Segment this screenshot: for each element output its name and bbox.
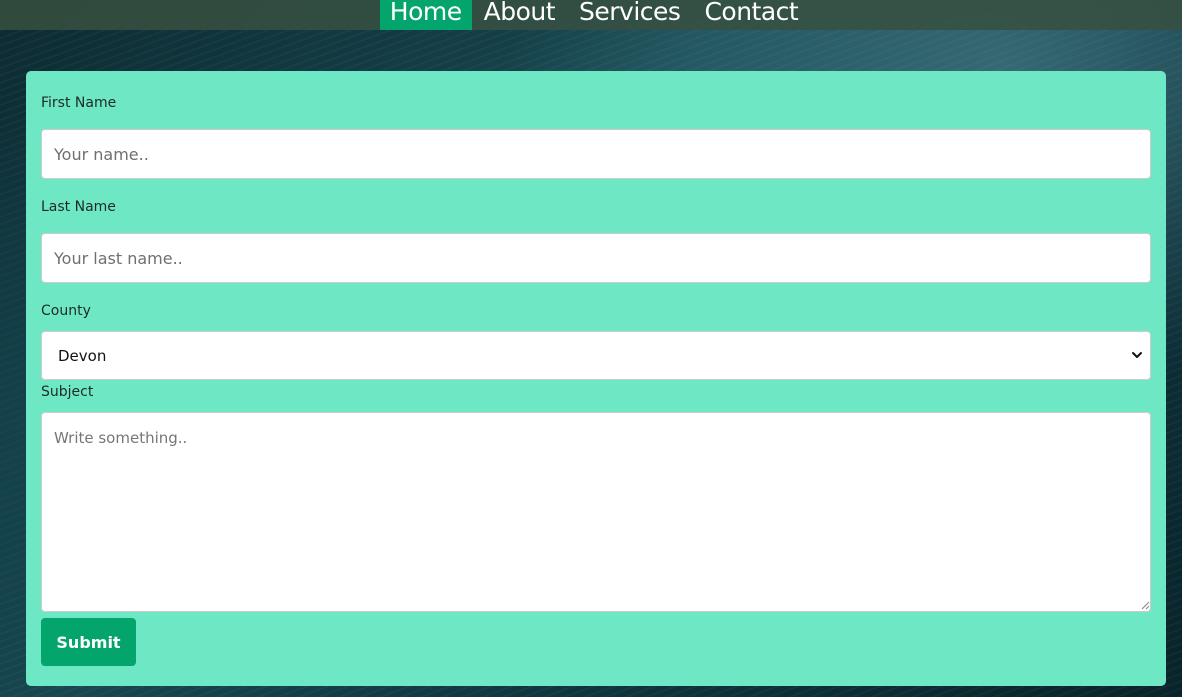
subject-label: Subject xyxy=(41,384,94,400)
last-name-label: Last Name xyxy=(41,199,116,215)
chevron-down-icon xyxy=(1132,352,1142,358)
nav-link-contact[interactable]: Contact xyxy=(692,0,810,30)
county-selected-value: Devon xyxy=(58,347,107,365)
subject-textarea[interactable] xyxy=(41,412,1151,612)
nav-link-services[interactable]: Services xyxy=(567,0,692,30)
county-label: County xyxy=(41,303,91,319)
top-navigation: Home About Services Contact xyxy=(0,0,1182,30)
nav-link-about[interactable]: About xyxy=(472,0,567,30)
contact-form: First Name Last Name County Devon Subjec… xyxy=(26,71,1166,686)
county-select[interactable]: Devon xyxy=(41,331,1151,380)
first-name-input[interactable] xyxy=(41,129,1151,179)
last-name-input[interactable] xyxy=(41,233,1151,283)
first-name-label: First Name xyxy=(41,95,117,111)
nav-links: Home About Services Contact xyxy=(379,0,810,30)
nav-link-home[interactable]: Home xyxy=(379,0,472,30)
submit-button[interactable]: Submit xyxy=(41,618,136,666)
resize-grip-icon[interactable] xyxy=(1140,600,1150,610)
